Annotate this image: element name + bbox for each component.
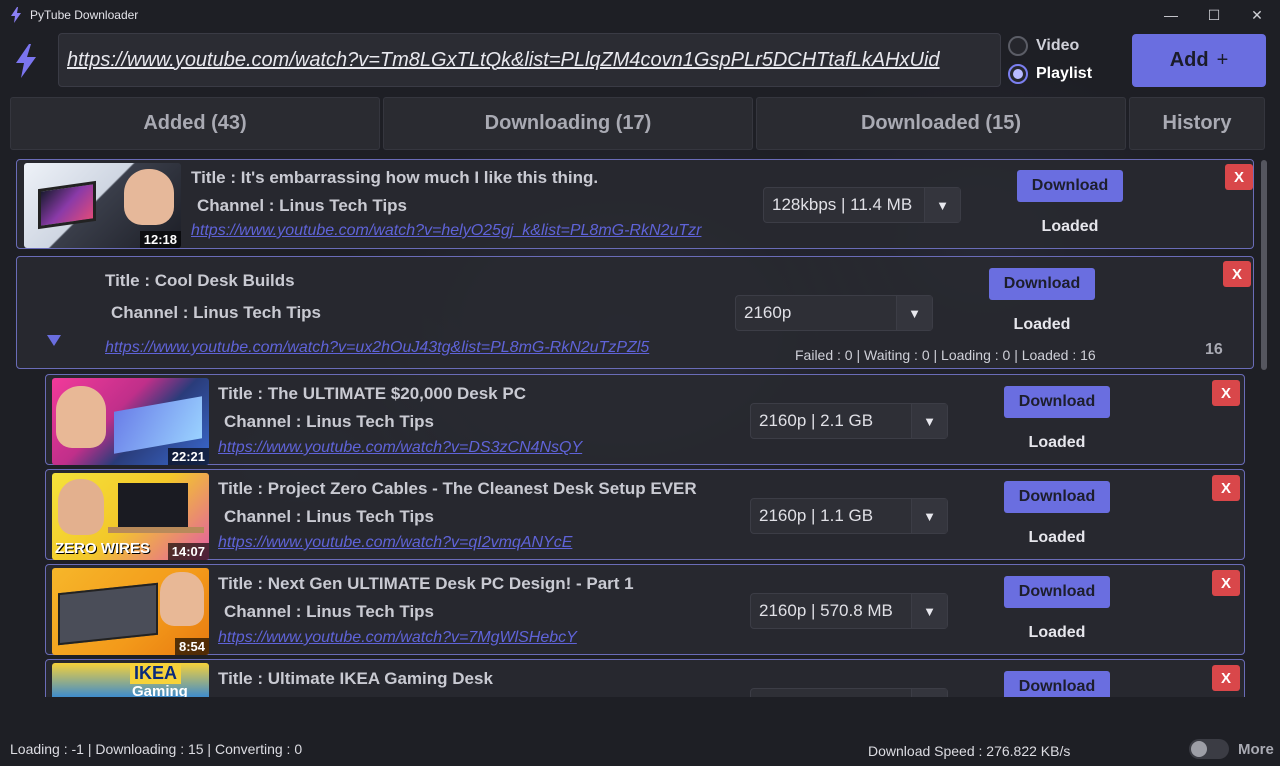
video-channel: Channel : Linus Tech Tips [224,602,435,621]
video-thumbnail: ZERO WIRES 14:07 [52,473,209,560]
video-link[interactable]: https://www.youtube.com/watch?v=DS3zCN4N… [218,439,738,457]
playlist-quality-select[interactable]: 2160p ▼ [735,295,933,331]
chevron-down-icon[interactable]: ▼ [911,499,947,533]
remove-playlist-button[interactable]: X [1223,261,1251,287]
video-link[interactable]: https://www.youtube.com/watch?v=helyO25g… [191,222,731,240]
list-item: 22:21 Title : The ULTIMATE $20,000 Desk … [45,374,1245,465]
video-link[interactable]: https://www.youtube.com/watch?v=qI2vmqAN… [218,534,738,552]
add-button-label: Add [1169,49,1209,71]
download-button[interactable]: Download [1004,671,1110,697]
video-title: Title : It's embarrassing how much I lik… [191,168,599,187]
quality-select[interactable]: ▼ [750,688,948,697]
tab-history[interactable]: History [1129,97,1265,150]
download-button[interactable]: Download [1004,481,1110,513]
tab-added[interactable]: Added (43) [10,97,380,150]
remove-button[interactable]: X [1212,665,1240,691]
remove-button[interactable]: X [1212,570,1240,596]
maximize-button[interactable]: ☐ [1191,0,1237,30]
video-duration: 22:21 [167,448,209,465]
video-duration: 8:54 [174,638,209,655]
video-thumbnail: 22:21 [52,378,209,465]
thumbnail-text: IKEA [130,663,182,684]
video-title: Title : Ultimate IKEA Gaming Desk [218,669,493,688]
quality-select[interactable]: 2160p | 570.8 MB ▼ [750,593,948,629]
tab-downloading[interactable]: Downloading (17) [383,97,753,150]
playlist-title: Title : Cool Desk Builds [105,271,295,290]
window-title: PyTube Downloader [30,8,139,22]
footer-status: Loading : -1 | Downloading : 15 | Conver… [10,741,303,757]
chevron-down-icon[interactable]: ▼ [924,188,960,222]
quality-value: 2160p [744,303,792,322]
quality-select[interactable]: 2160p | 2.1 GB ▼ [750,403,948,439]
tab-downloaded[interactable]: Downloaded (15) [756,97,1126,150]
video-thumbnail: IKEA Gaming [52,663,209,697]
bolt-icon [11,7,21,23]
chevron-down-icon[interactable]: ▼ [911,689,947,697]
plus-icon: + [1216,49,1229,71]
video-radio-circle[interactable] [1008,36,1028,56]
download-button[interactable]: Download [1004,576,1110,608]
more-label: More [1238,741,1274,758]
list-item: ZERO WIRES 14:07 Title : Project Zero Ca… [45,469,1245,560]
status-label: Loaded [1013,316,1071,333]
video-channel: Channel : Linus Tech Tips [197,196,408,215]
thumbnail-text: Gaming [132,683,188,697]
video-channel: Channel : Linus Tech Tips [224,412,435,431]
download-all-button[interactable]: Download [989,268,1095,300]
url-input[interactable] [67,48,1000,72]
video-title: Title : The ULTIMATE $20,000 Desk PC [218,384,526,403]
quality-value: 128kbps | 11.4 MB [772,195,913,214]
quality-select[interactable]: 128kbps | 11.4 MB ▼ [763,187,961,223]
url-field[interactable] [58,33,1001,87]
minimize-button[interactable]: — [1148,0,1194,30]
list-item: 8:54 Title : Next Gen ULTIMATE Desk PC D… [45,564,1245,655]
playlist-radio-circle[interactable] [1008,64,1028,84]
video-channel: Channel : Linus Tech Tips [224,507,435,526]
video-duration: 12:18 [139,231,181,248]
download-button[interactable]: Download [1017,170,1123,202]
quality-value: 2160p | 570.8 MB [759,601,893,620]
status-label: Loaded [1028,624,1086,641]
close-button[interactable]: ✕ [1234,0,1280,30]
download-list[interactable]: 12:18 Title : It's embarrassing how much… [14,157,1258,697]
video-title: Title : Next Gen ULTIMATE Desk PC Design… [218,574,634,593]
video-link[interactable]: https://www.youtube.com/watch?v=7MgWlSHe… [218,629,738,647]
list-item: 12:18 Title : It's embarrassing how much… [16,159,1254,249]
playlist-stats: Failed : 0 | Waiting : 0 | Loading : 0 |… [795,347,1096,363]
playlist-count: 16 [1205,341,1223,358]
scrollbar[interactable] [1261,160,1267,370]
video-title: Title : Project Zero Cables - The Cleane… [218,479,697,498]
more-toggle[interactable] [1189,739,1229,759]
chevron-down-icon[interactable]: ▼ [911,594,947,628]
bolt-icon [16,44,36,78]
video-radio[interactable]: Video [1008,36,1079,56]
status-label: Loaded [1041,218,1099,235]
download-speed: Download Speed : 276.822 KB/s [868,743,1071,759]
thumbnail-text: ZERO WIRES [55,540,151,557]
chevron-down-icon[interactable]: ▼ [911,404,947,438]
status-label: Loaded [1028,529,1086,546]
remove-button[interactable]: X [1225,164,1253,190]
video-thumbnail: 8:54 [52,568,209,655]
remove-button[interactable]: X [1212,380,1240,406]
expand-arrow-icon[interactable] [47,335,61,346]
chevron-down-icon[interactable]: ▼ [896,296,932,330]
video-duration: 14:07 [167,543,209,560]
status-label: Loaded [1028,434,1086,451]
playlist-card: Title : Cool Desk Builds Channel : Linus… [16,256,1254,369]
playlist-channel: Channel : Linus Tech Tips [111,303,322,322]
add-button[interactable]: Add + [1132,34,1266,87]
playlist-link[interactable]: https://www.youtube.com/watch?v=ux2hOuJ4… [105,339,705,357]
quality-value: 2160p | 1.1 GB [759,506,874,525]
quality-select[interactable]: 2160p | 1.1 GB ▼ [750,498,948,534]
download-button[interactable]: Download [1004,386,1110,418]
remove-button[interactable]: X [1212,475,1240,501]
list-item: IKEA Gaming Title : Ultimate IKEA Gaming… [45,659,1245,697]
quality-value: 2160p | 2.1 GB [759,411,874,430]
video-thumbnail: 12:18 [24,163,181,248]
title-bar: PyTube Downloader — ☐ ✕ [0,0,1280,30]
playlist-radio[interactable]: Playlist [1008,64,1092,84]
video-radio-label: Video [1036,37,1080,54]
playlist-radio-label: Playlist [1036,65,1093,82]
